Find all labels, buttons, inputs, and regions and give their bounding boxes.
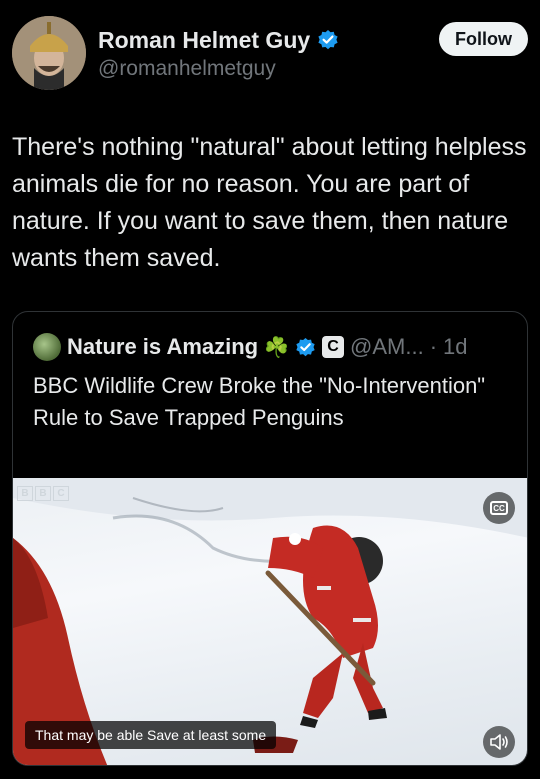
verified-badge-icon xyxy=(318,30,338,50)
quoted-author-handle[interactable]: @AM... xyxy=(350,334,424,360)
cc-icon: CC xyxy=(490,501,508,515)
bbc-watermark: B B C xyxy=(17,486,69,501)
separator-dot: · xyxy=(429,334,438,359)
follow-button[interactable]: Follow xyxy=(439,22,528,56)
affiliate-badge-icon: C xyxy=(322,336,345,358)
bbc-letter: B xyxy=(17,486,33,501)
bbc-letter: C xyxy=(53,486,69,501)
speaker-icon xyxy=(490,734,508,750)
bbc-letter: B xyxy=(35,486,51,501)
quoted-tweet-text: BBC Wildlife Crew Broke the "No-Interven… xyxy=(33,373,486,430)
mute-button[interactable] xyxy=(483,726,515,758)
quoted-tweet-header: Nature is Amazing ☘️ C @AM... · 1d xyxy=(33,331,468,363)
profile-avatar-icon[interactable] xyxy=(12,16,86,90)
author-name-row: Roman Helmet Guy xyxy=(98,24,339,56)
closed-captions-button[interactable]: CC xyxy=(483,492,515,524)
quoted-author-name[interactable]: Nature is Amazing xyxy=(67,334,258,360)
author-handle[interactable]: @romanhelmetguy xyxy=(98,57,276,81)
video-caption: That may be able Save at least some xyxy=(25,721,277,749)
author-name[interactable]: Roman Helmet Guy xyxy=(98,27,310,54)
shamrock-emoji: ☘️ xyxy=(264,336,290,359)
tweet-header: Roman Helmet Guy @romanhelmetguy Follow xyxy=(12,16,528,92)
quoted-tweet-card[interactable]: Nature is Amazing ☘️ C @AM... · 1d BBC W… xyxy=(12,311,528,766)
video-player[interactable]: B B C CC That may be able Save at least … xyxy=(13,478,527,765)
avatar-portrait-icon xyxy=(12,16,86,90)
quoted-avatar-icon[interactable] xyxy=(33,333,61,361)
tweet-text: There's nothing "natural" about letting … xyxy=(12,133,534,272)
verified-badge-icon xyxy=(296,337,315,356)
quoted-timestamp[interactable]: 1d xyxy=(443,334,467,360)
